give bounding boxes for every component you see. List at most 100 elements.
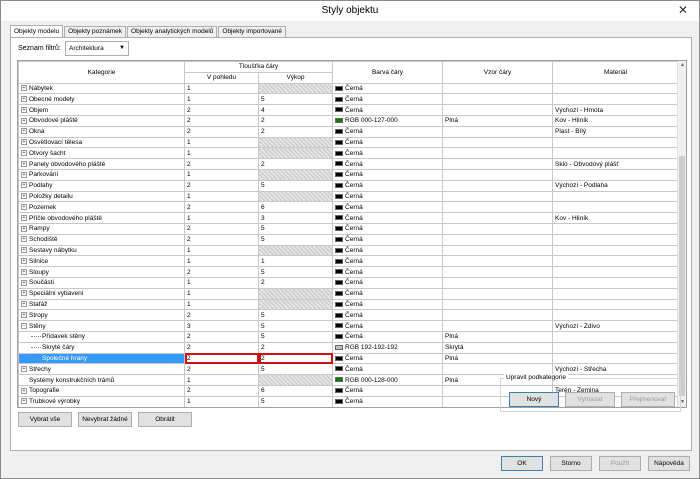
projection-weight-cell[interactable]: 2 <box>184 201 259 214</box>
line-pattern-cell[interactable] <box>442 158 554 170</box>
projection-weight-cell[interactable]: 2 <box>184 158 259 170</box>
line-pattern-cell[interactable] <box>442 222 554 235</box>
scrollbar-thumb[interactable] <box>679 156 685 396</box>
category-cell[interactable]: + Stropy <box>18 309 185 322</box>
material-cell[interactable] <box>552 255 680 268</box>
table-row[interactable]: + Pozemek 2 6 Černá <box>18 201 680 214</box>
expand-icon[interactable]: + <box>21 387 27 394</box>
cut-weight-cell[interactable]: 5 <box>257 179 334 192</box>
cut-weight-cell[interactable]: 2 <box>257 341 334 354</box>
material-cell[interactable]: Výchozí - Hmota <box>552 104 680 116</box>
expand-icon[interactable]: + <box>21 365 27 372</box>
line-pattern-cell[interactable] <box>442 136 554 149</box>
table-row[interactable]: + Obecné modely 1 5 Černá <box>18 93 680 106</box>
table-row[interactable]: + Nábytek 1 Černá <box>18 82 680 95</box>
expand-icon[interactable]: + <box>21 85 27 92</box>
column-header-category[interactable]: Kategorie <box>18 61 185 84</box>
category-cell[interactable]: + Položky detailu <box>18 190 185 203</box>
table-row[interactable]: + Stropy 2 5 Černá <box>18 309 680 322</box>
table-row[interactable]: + Panely obvodového pláště 2 2 Černá Sklo - O… <box>18 158 680 170</box>
expand-icon[interactable]: + <box>21 312 27 318</box>
material-cell[interactable]: Výchozí - Podlaha <box>552 179 680 192</box>
material-cell[interactable]: Kov - Hliník <box>552 114 680 127</box>
category-cell[interactable]: Systémy konstrukčních trámů <box>18 374 185 386</box>
new-subcategory-button[interactable]: Nový <box>509 392 559 407</box>
invert-selection-button[interactable]: Obrátit <box>138 412 192 427</box>
cut-weight-cell[interactable]: 6 <box>257 201 334 214</box>
table-row[interactable]: + Objem 2 4 Černá Výchozí - Hmota <box>18 104 680 116</box>
line-pattern-cell[interactable] <box>442 201 554 214</box>
projection-weight-cell[interactable]: 2 <box>184 352 259 365</box>
category-cell[interactable]: + Součásti <box>18 276 185 289</box>
cut-weight-cell[interactable]: 3 <box>257 212 334 224</box>
material-cell[interactable] <box>552 147 680 160</box>
table-row[interactable]: + Otvory šacht 1 Černá <box>18 147 680 160</box>
projection-weight-cell[interactable]: 2 <box>184 179 259 192</box>
projection-weight-cell[interactable]: 2 <box>184 330 259 343</box>
material-cell[interactable] <box>552 309 680 322</box>
line-pattern-cell[interactable] <box>442 298 554 311</box>
material-cell[interactable]: Výchozí - Střecha <box>552 363 680 376</box>
expand-icon[interactable]: + <box>21 117 27 124</box>
projection-weight-cell[interactable]: 2 <box>184 384 259 397</box>
category-cell[interactable]: + Osvětlovací tělesa <box>18 136 185 149</box>
expand-icon[interactable]: + <box>21 398 27 405</box>
material-cell[interactable] <box>552 266 680 278</box>
material-cell[interactable] <box>552 276 680 289</box>
tab-annotation-objects[interactable]: Objekty poznámek <box>64 26 127 37</box>
line-pattern-cell[interactable] <box>442 168 554 181</box>
projection-weight-cell[interactable]: 2 <box>184 222 259 235</box>
material-cell[interactable]: Kov - Hliník <box>552 212 680 224</box>
category-cell[interactable]: + Obecné modely <box>18 93 185 106</box>
line-pattern-cell[interactable] <box>442 276 554 289</box>
table-row[interactable]: Společné hrany 2 2 Černá Plná <box>18 352 680 365</box>
projection-weight-cell[interactable]: 1 <box>184 212 259 224</box>
table-row[interactable]: Skryté čáry 2 2 RGB 192-192-192 Skrytá <box>18 341 680 354</box>
cut-weight-cell[interactable]: 5 <box>257 266 334 278</box>
material-cell[interactable] <box>552 222 680 235</box>
projection-weight-cell[interactable]: 1 <box>184 298 259 311</box>
expand-icon[interactable]: + <box>21 182 27 189</box>
table-row[interactable]: + Silnice 1 1 Černá <box>18 255 680 268</box>
expand-icon[interactable]: + <box>21 268 27 275</box>
select-all-button[interactable]: Vybrat vše <box>18 412 72 427</box>
expand-icon[interactable]: + <box>21 225 27 232</box>
expand-icon[interactable]: + <box>21 247 27 254</box>
table-row[interactable]: + Položky detailu 1 Černá <box>18 190 680 203</box>
line-pattern-cell[interactable] <box>442 309 554 322</box>
line-color-cell[interactable]: Černá <box>332 320 444 332</box>
line-pattern-cell[interactable] <box>442 244 554 257</box>
line-color-cell[interactable]: Černá <box>332 190 444 203</box>
line-color-cell[interactable]: Černá <box>332 384 444 397</box>
cut-weight-cell[interactable]: 5 <box>257 330 334 343</box>
expand-icon[interactable]: + <box>21 301 27 308</box>
expand-icon[interactable]: + <box>21 139 27 146</box>
line-color-cell[interactable]: Černá <box>332 136 444 149</box>
table-row[interactable]: + Sestavy nábytku 1 Černá <box>18 244 680 257</box>
line-color-cell[interactable]: Černá <box>332 266 444 278</box>
line-pattern-cell[interactable] <box>442 104 554 116</box>
line-color-cell[interactable]: Černá <box>332 276 444 289</box>
cut-weight-cell[interactable]: 6 <box>257 384 334 397</box>
tab-imported-objects[interactable]: Objekty importované <box>218 26 287 37</box>
projection-weight-cell[interactable]: 1 <box>184 276 259 289</box>
line-pattern-cell[interactable] <box>442 125 554 138</box>
table-row[interactable]: + Podlahy 2 5 Černá Výchozí - Podlaha <box>18 179 680 192</box>
category-cell[interactable]: + Speciální vybavení <box>18 287 185 300</box>
line-color-cell[interactable]: Černá <box>332 82 444 95</box>
expand-icon[interactable]: + <box>21 214 27 221</box>
apply-button[interactable]: Použít <box>599 456 641 471</box>
expand-icon[interactable]: + <box>21 193 27 200</box>
line-color-cell[interactable]: Černá <box>332 222 444 235</box>
line-color-cell[interactable]: Černá <box>332 158 444 170</box>
material-cell[interactable] <box>552 233 680 246</box>
expand-icon[interactable]: + <box>21 96 27 103</box>
column-header-cut[interactable]: Výkop <box>257 71 334 84</box>
line-color-cell[interactable]: Černá <box>332 298 444 311</box>
category-cell[interactable]: + Nábytek <box>18 82 185 95</box>
projection-weight-cell[interactable]: 1 <box>184 136 259 149</box>
table-row[interactable]: + Schodiště 2 5 Černá <box>18 233 680 246</box>
projection-weight-cell[interactable]: 1 <box>184 147 259 160</box>
line-color-cell[interactable]: Černá <box>332 287 444 300</box>
category-cell[interactable]: Společné hrany <box>18 352 185 365</box>
